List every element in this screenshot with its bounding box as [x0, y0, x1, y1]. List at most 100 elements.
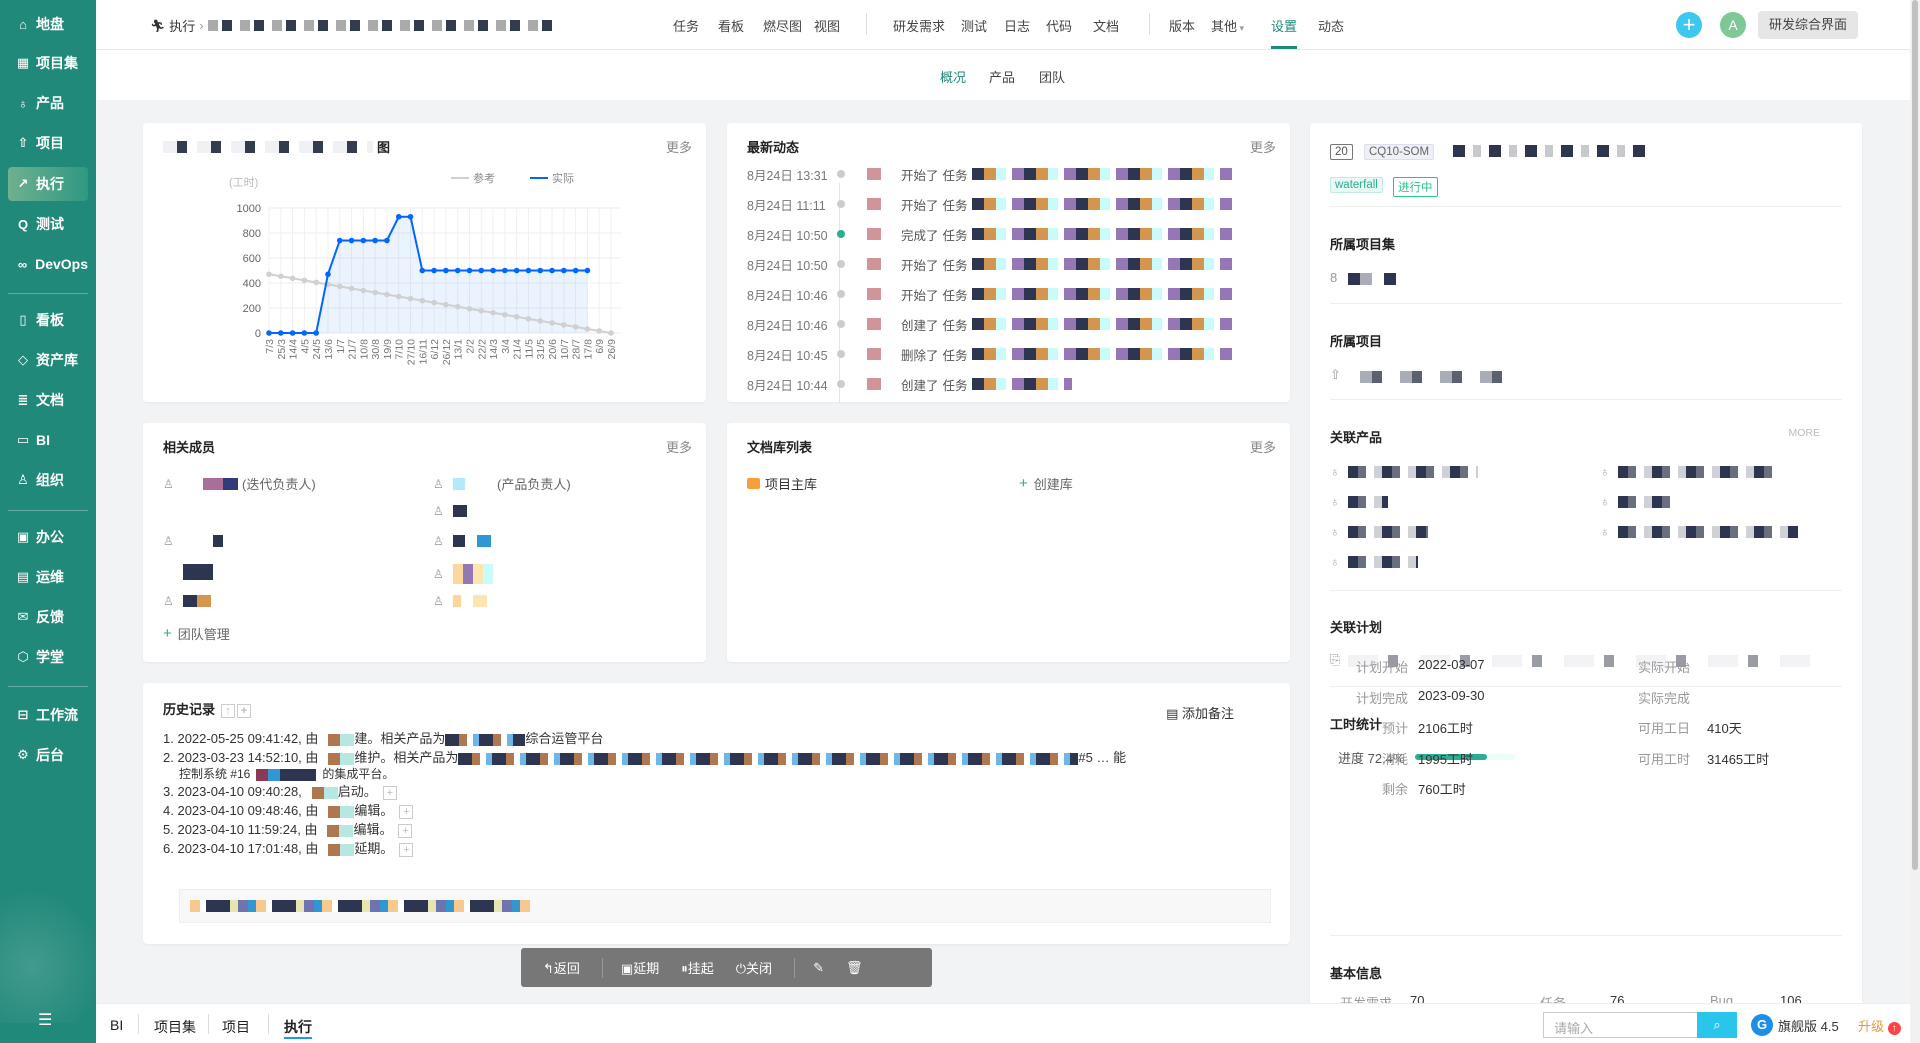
actual-point[interactable]: [289, 330, 296, 336]
suspend-button[interactable]: ⏸︎挂起: [681, 958, 714, 977]
sidebar-item-4[interactable]: ↗ 执行: [8, 167, 88, 201]
activity-object-link[interactable]: [971, 168, 1232, 180]
subnav-tab-2[interactable]: 团队: [1039, 67, 1065, 86]
delay-button[interactable]: ▣延期: [621, 958, 659, 977]
expand-icon[interactable]: +: [398, 823, 413, 838]
nav-item-7[interactable]: 代码: [1046, 16, 1072, 35]
nav-item-2[interactable]: 燃尽图: [763, 16, 802, 35]
nav-item-0[interactable]: 任务: [673, 16, 699, 35]
back-button[interactable]: ↰返回: [543, 958, 580, 977]
activity-object-link[interactable]: [971, 378, 1072, 390]
actual-point[interactable]: [395, 213, 402, 220]
activity-object-link[interactable]: [971, 348, 1232, 360]
expand-icon[interactable]: +: [399, 804, 414, 819]
activity-object-link[interactable]: [971, 228, 1232, 240]
sidebar-item-15[interactable]: ⬡ 学堂: [8, 640, 88, 674]
activity-object-link[interactable]: [971, 198, 1232, 210]
doclib-more-link[interactable]: 更多: [1250, 437, 1276, 456]
legend-label[interactable]: 实际: [552, 171, 574, 185]
subnav-tab-1[interactable]: 产品: [989, 67, 1015, 86]
global-search-input[interactable]: 请输入: [1543, 1012, 1697, 1038]
bottom-tab-0[interactable]: BI: [110, 1017, 123, 1033]
product-link[interactable]: [445, 733, 526, 746]
product-link[interactable]: [458, 752, 1079, 765]
upgrade-link[interactable]: 升级 ↑: [1858, 1016, 1901, 1035]
actual-point[interactable]: [360, 237, 367, 244]
product-item[interactable]: ♁: [1330, 524, 1428, 539]
actual-point[interactable]: [277, 330, 284, 336]
expand-icon[interactable]: +: [399, 842, 414, 857]
actual-point[interactable]: [419, 267, 426, 274]
nav-item-1[interactable]: 看板: [718, 16, 744, 35]
sidebar-item-12[interactable]: ▣ 办公: [8, 520, 88, 554]
product-item[interactable]: ♁: [1330, 464, 1478, 479]
sidebar-item-13[interactable]: ▤ 运维: [8, 560, 88, 594]
actual-point[interactable]: [407, 213, 414, 220]
product-item[interactable]: ♁: [1330, 554, 1418, 569]
sidebar-item-1[interactable]: ▦ 项目集: [8, 46, 88, 80]
plus-icon[interactable]: +: [1676, 12, 1702, 38]
bottom-tab-1[interactable]: 项目集: [154, 1017, 196, 1037]
activity-object-link[interactable]: [971, 258, 1232, 270]
sidebar-item-0[interactable]: ⌂ 地盘: [8, 7, 88, 41]
product-item[interactable]: ♁: [1600, 494, 1678, 509]
nav-item-3[interactable]: 视图: [814, 16, 840, 35]
workspace-button[interactable]: 研发综合界面: [1758, 11, 1858, 39]
bottom-tab-3[interactable]: 执行: [284, 1017, 312, 1039]
products-more-link[interactable]: MORE: [1789, 427, 1821, 439]
doclib-item[interactable]: 项目主库: [747, 474, 817, 493]
bottom-tab-2[interactable]: 项目: [222, 1017, 250, 1037]
sidebar-item-8[interactable]: ◇ 资产库: [8, 343, 88, 377]
members-more-link[interactable]: 更多: [666, 437, 692, 456]
nav-item-6[interactable]: 日志: [1004, 16, 1030, 35]
actual-point[interactable]: [572, 267, 579, 274]
nav-item-12[interactable]: 动态: [1318, 16, 1344, 35]
breadcrumb-root[interactable]: 执行: [169, 16, 195, 35]
actual-point[interactable]: [431, 267, 437, 274]
actual-point[interactable]: [525, 267, 532, 274]
actual-point[interactable]: [466, 267, 473, 274]
actual-point[interactable]: [336, 237, 343, 244]
sidebar-item-10[interactable]: ▭ BI: [8, 423, 88, 457]
page-scrollbar[interactable]: [1910, 0, 1920, 1043]
project-link[interactable]: [1348, 371, 1518, 383]
trash-icon[interactable]: 🗑︎: [846, 960, 863, 976]
nav-item-9[interactable]: 版本: [1169, 16, 1195, 35]
activity-object-link[interactable]: [971, 318, 1232, 330]
expand-all-icon[interactable]: +: [237, 703, 252, 718]
menu-icon[interactable]: ☰: [38, 1010, 52, 1030]
actual-point[interactable]: [454, 267, 461, 274]
legend-label[interactable]: 参考: [473, 171, 495, 185]
actual-point[interactable]: [313, 330, 319, 336]
subnav-tab-0[interactable]: 概况: [940, 67, 966, 86]
actual-point[interactable]: [537, 267, 544, 274]
sidebar-item-11[interactable]: ♙ 组织: [8, 463, 88, 497]
sidebar-item-2[interactable]: ♁ 产品: [8, 86, 88, 120]
close-button[interactable]: ⏻︎关闭: [736, 958, 772, 977]
sidebar-item-6[interactable]: ∞ DevOps: [8, 247, 88, 281]
actual-point[interactable]: [384, 237, 390, 244]
actual-point[interactable]: [301, 330, 308, 336]
add-note-button[interactable]: ▤ 添加备注: [1166, 703, 1234, 722]
sidebar-item-5[interactable]: Q 测试: [8, 207, 88, 241]
expand-icon[interactable]: +: [382, 785, 397, 800]
actual-point[interactable]: [325, 271, 331, 278]
search-button[interactable]: ⌕: [1697, 1012, 1737, 1038]
nav-item-4[interactable]: 研发需求: [893, 16, 945, 35]
sidebar-item-7[interactable]: ▯ 看板: [8, 303, 88, 337]
sort-up-icon[interactable]: ↑: [221, 703, 236, 718]
product-item[interactable]: ♁: [1330, 494, 1388, 509]
actual-point[interactable]: [561, 267, 567, 274]
actual-point[interactable]: [372, 237, 378, 244]
sidebar-item-17[interactable]: ⚙ 后台: [8, 738, 88, 772]
product-item[interactable]: ♁: [1600, 524, 1798, 539]
sidebar-item-3[interactable]: ⇧ 项目: [8, 126, 88, 160]
create-lib-button[interactable]: + 创建库: [1019, 474, 1073, 493]
sidebar-item-9[interactable]: ≣ 文档: [8, 383, 88, 417]
edit-icon[interactable]: ✎: [813, 960, 824, 976]
nav-item-11[interactable]: 设置: [1271, 16, 1297, 35]
actual-point[interactable]: [502, 267, 508, 274]
activity-more-link[interactable]: 更多: [1250, 137, 1276, 156]
actual-point[interactable]: [513, 267, 520, 274]
actual-point[interactable]: [348, 237, 355, 244]
